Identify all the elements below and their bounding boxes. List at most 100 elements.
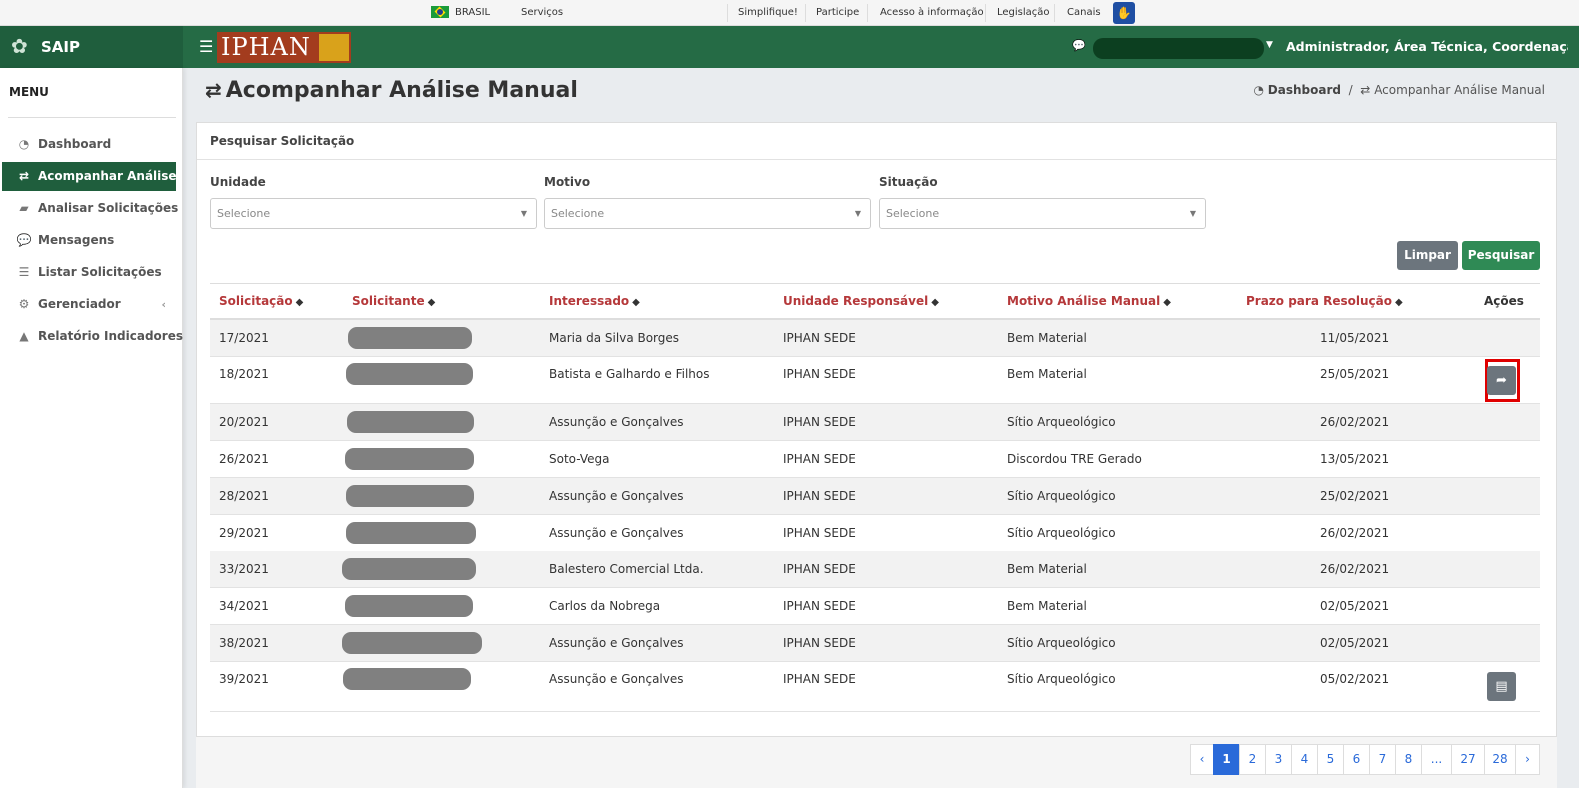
cell-prazo: 11/05/2021 [1320, 331, 1390, 345]
cell-unidade: IPHAN SEDE [783, 367, 856, 381]
cell-unidade: IPHAN SEDE [783, 489, 856, 503]
cell-solicitacao: 34/2021 [219, 599, 269, 613]
solicitante-redacted [343, 668, 471, 690]
cell-motivo: Bem Material [1007, 562, 1087, 576]
table-row: 34/2021 Carlos da Nobrega IPHAN SEDE Bem Ma… [210, 588, 1540, 625]
cell-unidade: IPHAN SEDE [783, 331, 856, 345]
sort-icon: ◆ [632, 297, 640, 308]
cell-unidade: IPHAN SEDE [783, 526, 856, 540]
sort-icon: ◆ [1394, 297, 1403, 308]
cell-prazo: 26/02/2021 [1320, 562, 1390, 576]
column-prazo[interactable]: Prazo para Resolução ◆ [1246, 284, 1403, 320]
cell-solicitacao: 20/2021 [219, 415, 269, 429]
gov-legislacao-link[interactable]: Legislação [997, 0, 1050, 26]
breadcrumb-current: Acompanhar Análise Manual [1374, 83, 1545, 97]
caret-down-icon: ▼ [1189, 209, 1196, 218]
sort-icon: ◆ [427, 297, 436, 308]
cell-unidade: IPHAN SEDE [783, 599, 856, 613]
sidebar-item-acompanhar-analise[interactable]: ⇄ Acompanhar Análise [2, 162, 177, 191]
pagination-prev[interactable]: ‹ [1190, 744, 1214, 775]
gov-bar: BRASIL Serviços Simplifique! Participe A… [0, 0, 1579, 26]
situacao-select[interactable]: Selecione ▼ [879, 198, 1206, 229]
forward-action-button[interactable]: ➦ [1487, 366, 1516, 395]
user-name-redacted[interactable] [1093, 38, 1264, 59]
cell-motivo: Sítio Arqueológico [1007, 636, 1116, 650]
gov-acesso-link[interactable]: Acesso à informação [880, 0, 984, 26]
solicitante-redacted [346, 363, 473, 385]
sidebar-item-mensagens[interactable]: 💬 Mensagens [2, 226, 176, 255]
sidebar-item-relatorio-indicadores[interactable]: ▲ Relatório Indicadores [2, 322, 183, 351]
search-button[interactable]: Pesquisar [1462, 241, 1540, 270]
sidebar-item-listar-solicitacoes[interactable]: ☰ Listar Solicitações [2, 258, 176, 287]
cell-interessado: Assunção e Gonçalves [549, 672, 684, 686]
gov-services-link[interactable]: Serviços [521, 0, 563, 26]
table-row: 28/2021 Assunção e Gonçalves IPHAN SEDE Sít… [210, 478, 1540, 515]
cell-prazo: 13/05/2021 [1320, 452, 1390, 466]
column-motivo[interactable]: Motivo Análise Manual ◆ [1007, 284, 1171, 320]
app-brand[interactable]: ✿ SAIP [0, 26, 183, 68]
cell-prazo: 02/05/2021 [1320, 636, 1390, 650]
column-solicitante[interactable]: Solicitante ◆ [352, 284, 435, 320]
pagination-page[interactable]: 8 [1395, 744, 1422, 775]
cell-interessado: Maria da Silva Borges [549, 331, 680, 345]
column-unidade-responsavel[interactable]: Unidade Responsável ◆ [783, 284, 939, 320]
brazil-flag-icon [431, 6, 449, 18]
pagination-page[interactable]: 27 [1451, 744, 1485, 775]
top-navbar: ☰ IPHAN 💬 ▼ Administrador, Área Técnica,… [183, 26, 1579, 68]
cell-motivo: Sítio Arqueológico [1007, 672, 1116, 686]
gov-canais-link[interactable]: Canais [1067, 0, 1101, 26]
sort-icon: ◆ [1163, 297, 1171, 308]
pagination-page[interactable]: 7 [1369, 744, 1396, 775]
pagination-page[interactable]: 1 [1213, 744, 1240, 775]
cell-interessado: Assunção e Gonçalves [549, 526, 684, 540]
pagination-page[interactable]: 28 [1484, 744, 1516, 775]
table-row: 38/2021 Assunção e Gonçalves IPHAN SEDE Sít… [210, 625, 1540, 662]
sidebar-item-analisar-solicitacoes[interactable]: ▰ Analisar Solicitações [2, 194, 178, 223]
area-chart-icon: ▲ [19, 329, 29, 343]
column-interessado[interactable]: Interessado ◆ [549, 284, 640, 320]
table-row: 33/2021 Balestero Comercial Ltda. IPHAN SE… [210, 551, 1540, 588]
exchange-icon: ⇄ [18, 169, 30, 183]
sidebar: MENU ◔ Dashboard ⇄ Acompanhar Análise ▰ Ana… [0, 68, 183, 788]
sidebar-item-gerenciador[interactable]: ⚙ Gerenciador ‹ [2, 290, 176, 319]
solicitante-redacted [346, 522, 476, 544]
accessibility-hand-icon[interactable]: ✋ [1113, 2, 1135, 24]
motivo-label: Motivo [544, 175, 591, 189]
caret-down-icon: ▼ [854, 209, 861, 218]
pagination-page[interactable]: 2 [1239, 744, 1266, 775]
unidade-select[interactable]: Selecione ▼ [210, 198, 537, 229]
situacao-label: Situação [879, 175, 938, 189]
hamburger-menu-icon[interactable]: ☰ [199, 37, 213, 57]
table-row: 29/2021 Assunção e Gonçalves IPHAN SEDE Sít… [210, 515, 1540, 552]
pagination-next[interactable]: › [1515, 744, 1540, 775]
cell-prazo: 25/02/2021 [1320, 489, 1390, 503]
chevron-left-icon: ‹ [161, 298, 166, 311]
gov-participe-link[interactable]: Participe [816, 0, 859, 26]
book-icon: ▰ [19, 201, 29, 215]
page-title: ⇄ Acompanhar Análise Manual [205, 78, 578, 103]
breadcrumb-separator: / [1344, 83, 1357, 97]
pagination-page[interactable]: 3 [1265, 744, 1292, 775]
document-action-button[interactable]: ▤ [1487, 672, 1516, 701]
sidebar-item-dashboard[interactable]: ◔ Dashboard [2, 130, 176, 159]
caret-down-icon[interactable]: ▼ [1266, 40, 1273, 50]
user-role[interactable]: Administrador, Área Técnica, Coordenação… [1286, 26, 1568, 68]
breadcrumb-dashboard[interactable]: Dashboard [1268, 83, 1341, 97]
pagination-page[interactable]: 4 [1291, 744, 1318, 775]
chat-icon[interactable]: 💬 [1072, 39, 1086, 52]
divider [867, 4, 868, 22]
gov-brasil-link[interactable]: BRASIL [431, 0, 490, 26]
motivo-select[interactable]: Selecione ▼ [544, 198, 871, 229]
clear-button[interactable]: Limpar [1397, 241, 1458, 270]
pagination-page[interactable]: 5 [1317, 744, 1344, 775]
column-solicitacao[interactable]: Solicitação ◆ [219, 284, 303, 320]
pagination-page[interactable]: 6 [1343, 744, 1370, 775]
gov-simplifique-link[interactable]: Simplifique! [738, 0, 798, 26]
cell-interessado: Carlos da Nobrega [549, 599, 661, 613]
divider [805, 4, 806, 22]
cell-solicitacao: 29/2021 [219, 526, 269, 540]
table-row: 26/2021 Soto-Vega IPHAN SEDE Discordou TRE … [210, 441, 1540, 478]
cell-solicitacao: 38/2021 [219, 636, 269, 650]
cell-unidade: IPHAN SEDE [783, 562, 856, 576]
caret-down-icon: ▼ [520, 209, 527, 218]
